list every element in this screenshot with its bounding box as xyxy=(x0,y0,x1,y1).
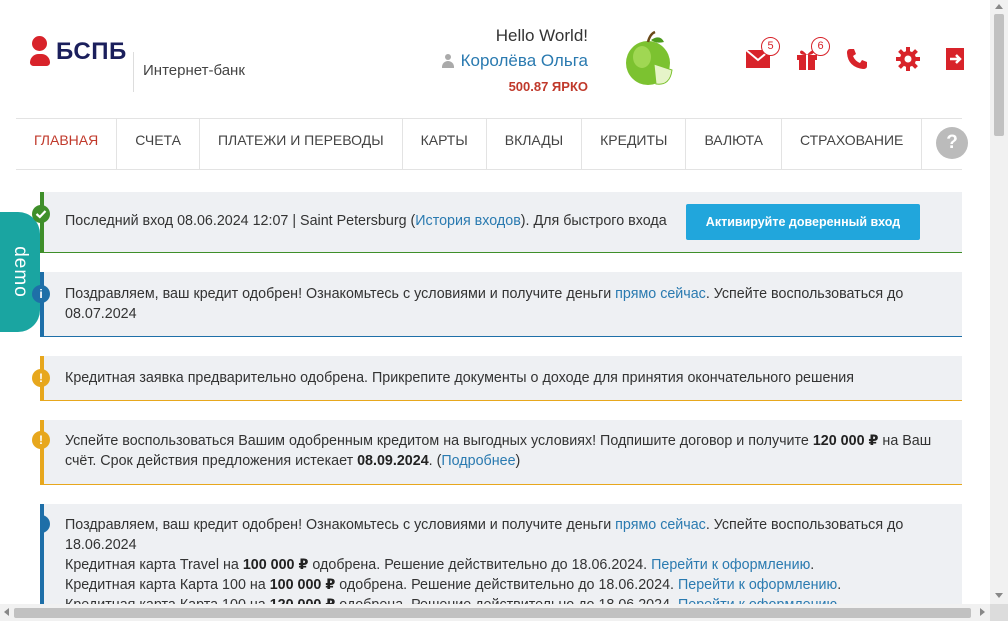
scroll-up-arrow-icon[interactable] xyxy=(995,4,1003,9)
scroll-left-arrow-icon[interactable] xyxy=(4,608,9,616)
notice-credit-cards: i Поздравляем, ваш кредит одобрен! Ознак… xyxy=(40,504,962,614)
phone-icon xyxy=(847,49,867,69)
details-link[interactable]: Подробнее xyxy=(441,453,515,469)
logout-button[interactable] xyxy=(945,44,995,74)
vertical-scrollbar[interactable] xyxy=(990,0,1008,604)
main-nav: ГЛАВНАЯ СЧЕТА ПЛАТЕЖИ И ПЕРЕВОДЫ КАРТЫ В… xyxy=(16,118,968,170)
login-history-link[interactable]: История входов xyxy=(415,213,521,229)
user-name: Королёва Ольга xyxy=(460,51,588,70)
user-block: Hello World! Королёва Ольга 500.87 ЯРКО xyxy=(441,26,588,94)
check-icon xyxy=(32,205,50,223)
messages-badge: 5 xyxy=(761,37,780,56)
demo-tab[interactable]: demo xyxy=(0,212,40,332)
warning-icon: ! xyxy=(32,431,50,449)
user-icon xyxy=(441,54,455,68)
phone-button[interactable] xyxy=(845,44,895,74)
notice-last-login: Последний вход 08.06.2024 12:07 | Saint … xyxy=(32,192,962,253)
activate-trusted-login-button[interactable]: Активируйте доверенный вход xyxy=(686,204,920,240)
settings-button[interactable] xyxy=(895,44,945,74)
gifts-button[interactable]: 6 xyxy=(795,37,845,74)
header-icons: 5 6 xyxy=(745,37,995,74)
internet-bank-label: Интернет-банк xyxy=(143,62,245,79)
info-icon: i xyxy=(32,285,50,303)
notice-preapproved: ! Кредитная заявка предварительно одобре… xyxy=(32,356,962,401)
greeting: Hello World! xyxy=(495,26,588,45)
nav-item-deposits[interactable]: ВКЛАДЫ xyxy=(487,119,583,169)
scroll-down-arrow-icon[interactable] xyxy=(995,593,1003,598)
messages-button[interactable]: 5 xyxy=(745,37,795,74)
nav-item-insurance[interactable]: СТРАХОВАНИЕ xyxy=(782,119,923,169)
horizontal-scroll-thumb[interactable] xyxy=(14,608,971,618)
notice-credit-approved: i Поздравляем, ваш кредит одобрен! Ознак… xyxy=(32,272,962,337)
nav-item-cards[interactable]: КАРТЫ xyxy=(403,119,487,169)
apply-travel-card-link[interactable]: Перейти к оформлению xyxy=(651,557,810,573)
warning-icon: ! xyxy=(32,369,50,387)
logo-mark-icon xyxy=(30,36,50,68)
nav-item-credits[interactable]: КРЕДИТЫ xyxy=(582,119,687,169)
gifts-badge: 6 xyxy=(811,37,830,56)
logo-text: БСПБ xyxy=(56,38,127,65)
get-money-now-link[interactable]: прямо сейчас xyxy=(615,517,706,533)
apply-card100-link[interactable]: Перейти к оформлению xyxy=(678,577,837,593)
vertical-scroll-thumb[interactable] xyxy=(994,14,1004,136)
header: БСПБ Интернет-банк Hello World! Королёва… xyxy=(0,0,990,118)
bonus-balance[interactable]: 500.87 ЯРКО xyxy=(441,79,588,94)
user-profile-link[interactable]: Королёва Ольга xyxy=(441,51,588,71)
horizontal-scrollbar[interactable] xyxy=(0,604,990,621)
help-button[interactable]: ? xyxy=(936,127,968,159)
notice-use-credit: ! Успейте воспользоваться Вашим одобренн… xyxy=(32,420,962,485)
logo-divider xyxy=(133,52,134,92)
apple-icon[interactable] xyxy=(622,30,676,88)
gear-icon xyxy=(896,47,920,71)
logout-icon xyxy=(946,48,964,70)
nav-item-main[interactable]: ГЛАВНАЯ xyxy=(16,119,118,169)
nav-item-payments[interactable]: ПЛАТЕЖИ И ПЕРЕВОДЫ xyxy=(200,119,403,169)
demo-label: demo xyxy=(10,246,31,298)
get-money-now-link[interactable]: прямо сейчас xyxy=(615,286,706,302)
scroll-right-arrow-icon[interactable] xyxy=(980,608,985,616)
bank-logo[interactable]: БСПБ xyxy=(30,36,127,68)
scrollbar-corner xyxy=(990,604,1008,621)
nav-item-accounts[interactable]: СЧЕТА xyxy=(117,119,200,169)
nav-item-currency[interactable]: ВАЛЮТА xyxy=(686,119,782,169)
